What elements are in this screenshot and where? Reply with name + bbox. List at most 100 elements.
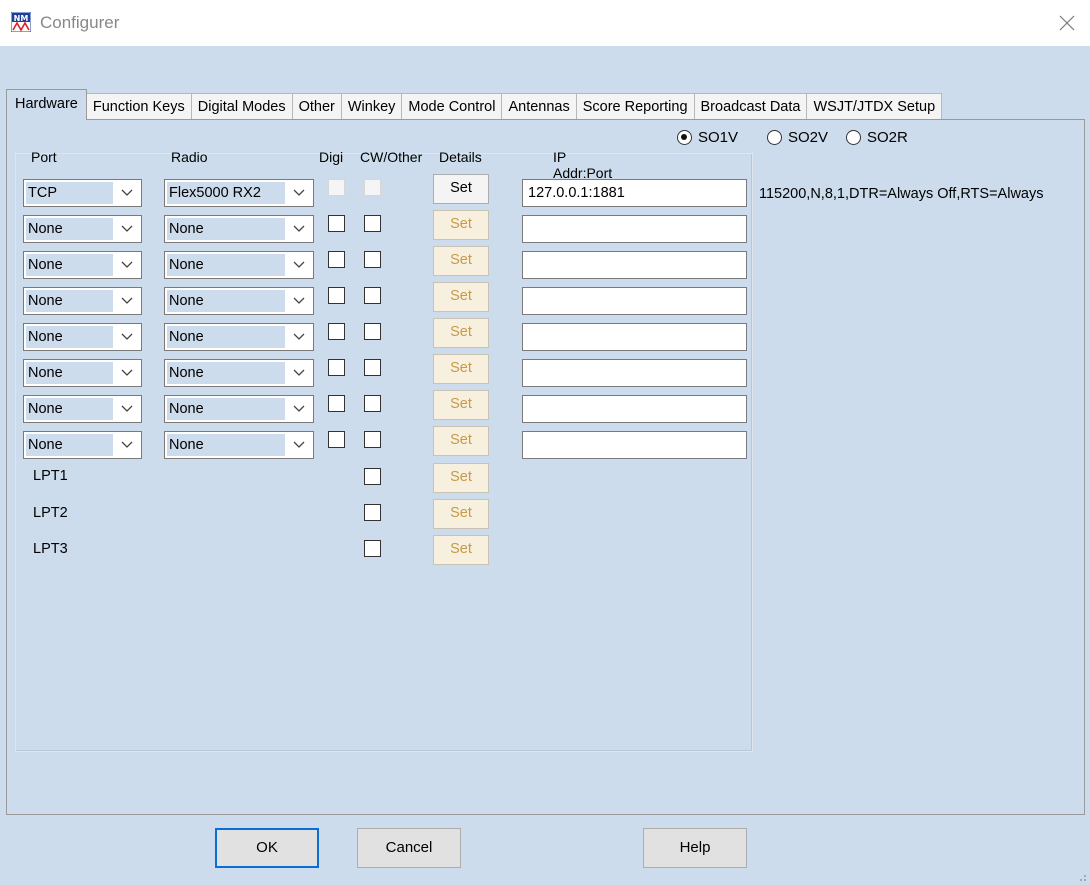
set-button[interactable]: Set bbox=[433, 426, 489, 456]
digi-checkbox[interactable] bbox=[328, 287, 345, 304]
cancel-button[interactable]: Cancel bbox=[357, 828, 461, 868]
digi-checkbox[interactable] bbox=[328, 359, 345, 376]
set-button[interactable]: Set bbox=[433, 354, 489, 384]
cw-other-checkbox[interactable] bbox=[364, 179, 381, 196]
cw-other-checkbox[interactable] bbox=[364, 431, 381, 448]
port-select[interactable]: TCP bbox=[23, 179, 142, 207]
digi-checkbox[interactable] bbox=[328, 179, 345, 196]
ip-addr-field[interactable] bbox=[522, 431, 747, 459]
radio-button[interactable] bbox=[767, 130, 782, 145]
cw-other-checkbox[interactable] bbox=[364, 359, 381, 376]
ip-addr-header: IP Addr:Port bbox=[553, 149, 613, 181]
port-select[interactable]: None bbox=[23, 359, 142, 387]
set-button[interactable]: Set bbox=[433, 390, 489, 420]
ip-addr-field[interactable] bbox=[522, 287, 747, 315]
ip-addr-field[interactable] bbox=[522, 359, 747, 387]
tab-other[interactable]: Other bbox=[291, 93, 342, 120]
port-select-value: None bbox=[26, 362, 113, 384]
chevron-down-icon bbox=[293, 261, 305, 268]
chevron-down-icon bbox=[121, 225, 133, 232]
digi-checkbox[interactable] bbox=[328, 323, 345, 340]
close-icon bbox=[1059, 15, 1075, 31]
cw-other-checkbox[interactable] bbox=[364, 215, 381, 232]
lpt1-set-button[interactable]: Set bbox=[433, 463, 489, 493]
digi-checkbox[interactable] bbox=[328, 431, 345, 448]
radio-button[interactable] bbox=[677, 130, 692, 145]
tab-mode-control[interactable]: Mode Control bbox=[401, 93, 503, 120]
radio-button[interactable] bbox=[846, 130, 861, 145]
port-select[interactable]: None bbox=[23, 395, 142, 423]
ip-addr-field[interactable]: 127.0.0.1:1881 bbox=[522, 179, 747, 207]
radio-select[interactable]: None bbox=[164, 431, 314, 459]
port-select[interactable]: None bbox=[23, 251, 142, 279]
chevron-down-icon bbox=[121, 405, 133, 412]
tab-digital-modes[interactable]: Digital Modes bbox=[190, 93, 293, 120]
port-select[interactable]: None bbox=[23, 431, 142, 459]
lpt3-cw-checkbox[interactable] bbox=[364, 540, 381, 557]
radio-label: SO1V bbox=[698, 129, 739, 146]
digi-header: Digi bbox=[319, 149, 344, 165]
ip-addr-field[interactable] bbox=[522, 251, 747, 279]
radio-select[interactable]: None bbox=[164, 251, 314, 279]
cw-other-checkbox[interactable] bbox=[364, 323, 381, 340]
tab-winkey[interactable]: Winkey bbox=[340, 93, 403, 120]
tab-score-reporting[interactable]: Score Reporting bbox=[575, 93, 695, 120]
tab-hardware[interactable]: Hardware bbox=[6, 89, 87, 120]
lpt1-cw-checkbox[interactable] bbox=[364, 468, 381, 485]
cw-other-checkbox[interactable] bbox=[364, 395, 381, 412]
lpt1-label: LPT1 bbox=[33, 468, 68, 484]
cw-other-checkbox[interactable] bbox=[364, 287, 381, 304]
set-button[interactable]: Set bbox=[433, 174, 489, 204]
tab-wsjt-jtdx-setup[interactable]: WSJT/JTDX Setup bbox=[806, 93, 943, 120]
radio-select[interactable]: Flex5000 RX2 bbox=[164, 179, 314, 207]
radio-select[interactable]: None bbox=[164, 395, 314, 423]
set-button[interactable]: Set bbox=[433, 318, 489, 348]
tab-broadcast-data[interactable]: Broadcast Data bbox=[693, 93, 808, 120]
chevron-down-icon bbox=[293, 189, 305, 196]
radio-option-so2v[interactable]: SO2V bbox=[767, 129, 828, 146]
port-select[interactable]: None bbox=[23, 215, 142, 243]
port-select[interactable]: None bbox=[23, 287, 142, 315]
digi-checkbox[interactable] bbox=[328, 251, 345, 268]
radio-select[interactable]: None bbox=[164, 287, 314, 315]
chevron-down-icon bbox=[121, 297, 133, 304]
lpt3-set-button[interactable]: Set bbox=[433, 535, 489, 565]
lpt2-label: LPT2 bbox=[33, 505, 68, 521]
radio-label: SO2V bbox=[788, 129, 829, 146]
ip-addr-field[interactable] bbox=[522, 395, 747, 423]
tab-antennas[interactable]: Antennas bbox=[501, 93, 577, 120]
set-button[interactable]: Set bbox=[433, 282, 489, 312]
radio-label: SO2R bbox=[867, 129, 908, 146]
radio-select-value: None bbox=[167, 398, 285, 420]
radio-header: Radio bbox=[171, 149, 208, 165]
tab-bar: Hardware Function Keys Digital Modes Oth… bbox=[6, 89, 943, 120]
digi-checkbox[interactable] bbox=[328, 215, 345, 232]
port-header: Port bbox=[31, 149, 57, 165]
chevron-down-icon bbox=[121, 441, 133, 448]
tab-function-keys[interactable]: Function Keys bbox=[85, 93, 192, 120]
ok-button[interactable]: OK bbox=[215, 828, 319, 868]
close-button[interactable] bbox=[1044, 0, 1090, 46]
radio-select[interactable]: None bbox=[164, 323, 314, 351]
radio-select[interactable]: None bbox=[164, 215, 314, 243]
cw-other-checkbox[interactable] bbox=[364, 251, 381, 268]
set-button[interactable]: Set bbox=[433, 210, 489, 240]
help-button[interactable]: Help bbox=[643, 828, 747, 868]
port-select-value: None bbox=[26, 434, 113, 456]
set-button[interactable]: Set bbox=[433, 246, 489, 276]
resize-grip-icon[interactable] bbox=[1075, 870, 1087, 882]
digi-checkbox[interactable] bbox=[328, 395, 345, 412]
radio-option-so1v[interactable]: SO1V bbox=[677, 129, 738, 146]
lpt2-set-button[interactable]: Set bbox=[433, 499, 489, 529]
chevron-down-icon bbox=[121, 261, 133, 268]
radio-option-so2r[interactable]: SO2R bbox=[846, 129, 908, 146]
ip-addr-field[interactable] bbox=[522, 215, 747, 243]
app-logo-icon: NM bbox=[11, 12, 31, 32]
port-select[interactable]: None bbox=[23, 323, 142, 351]
radio-select[interactable]: None bbox=[164, 359, 314, 387]
ip-addr-field[interactable] bbox=[522, 323, 747, 351]
port-select-value: TCP bbox=[26, 182, 113, 204]
radio-select-value: None bbox=[167, 362, 285, 384]
lpt2-cw-checkbox[interactable] bbox=[364, 504, 381, 521]
port-select-value: None bbox=[26, 326, 113, 348]
